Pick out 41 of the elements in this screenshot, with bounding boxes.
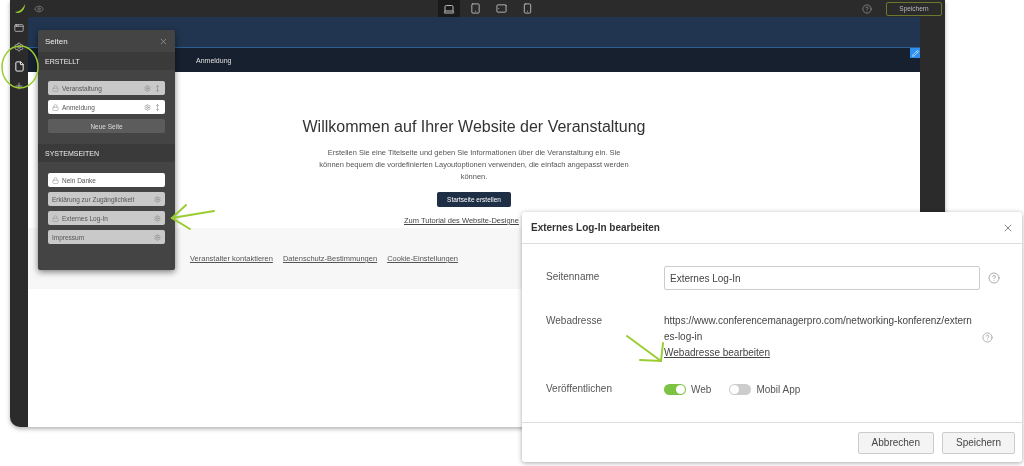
help-icon[interactable] bbox=[988, 272, 1000, 284]
tablet-icon bbox=[495, 3, 507, 14]
annotation-circle bbox=[1, 45, 39, 89]
annotation-arrow bbox=[170, 204, 215, 230]
settings-icon[interactable] bbox=[144, 103, 151, 111]
page-name-field[interactable]: Externes Log-In bbox=[664, 266, 980, 290]
pencil-icon bbox=[911, 49, 919, 57]
welcome-title: Willkommen auf Ihrer Website der Veranstaltung bbox=[302, 118, 646, 136]
web-address: https://www.conferencemanagerpro.com/networking-konferenz/externes-log-in bbox=[664, 314, 973, 344]
tablet-icon bbox=[469, 3, 481, 14]
save-button[interactable]: Speichern bbox=[941, 431, 1015, 454]
close-icon[interactable] bbox=[159, 36, 168, 46]
preview-icon[interactable] bbox=[34, 3, 44, 14]
gear-icon[interactable] bbox=[14, 42, 24, 52]
edit-address-link[interactable]: Webadresse bearbeiten bbox=[664, 347, 1022, 358]
phone-icon bbox=[521, 3, 533, 14]
panel-title: Seiten bbox=[45, 36, 68, 46]
edit-button[interactable] bbox=[910, 48, 920, 58]
help-icon[interactable] bbox=[862, 3, 872, 14]
device-button[interactable] bbox=[438, 0, 460, 17]
toggle-label: Web bbox=[691, 383, 712, 395]
settings-icon[interactable] bbox=[154, 195, 161, 203]
field-label: Webadresse bbox=[546, 314, 603, 328]
drag-icon[interactable] bbox=[154, 84, 161, 92]
help-icon[interactable] bbox=[982, 332, 993, 343]
cancel-button[interactable]: Abbrechen bbox=[857, 431, 934, 454]
drag-icon[interactable] bbox=[154, 103, 161, 111]
window-icon[interactable] bbox=[14, 23, 24, 33]
settings-icon[interactable] bbox=[154, 214, 161, 222]
page-icon[interactable] bbox=[13, 61, 25, 72]
toggle-switch[interactable] bbox=[664, 383, 686, 395]
annotation-arrow bbox=[626, 335, 664, 363]
logo-icon bbox=[14, 2, 26, 15]
toggle-switch[interactable] bbox=[729, 383, 752, 395]
dialog-title: Externes Log-In bearbeiten bbox=[531, 222, 660, 233]
toggle-label: Mobil App bbox=[756, 383, 801, 395]
laptop-icon bbox=[443, 2, 455, 15]
settings-icon[interactable] bbox=[154, 233, 161, 241]
settings-icon[interactable] bbox=[144, 84, 151, 92]
field-label: Veröffentlichen bbox=[546, 382, 613, 396]
field-label: Seitenname bbox=[546, 270, 601, 284]
